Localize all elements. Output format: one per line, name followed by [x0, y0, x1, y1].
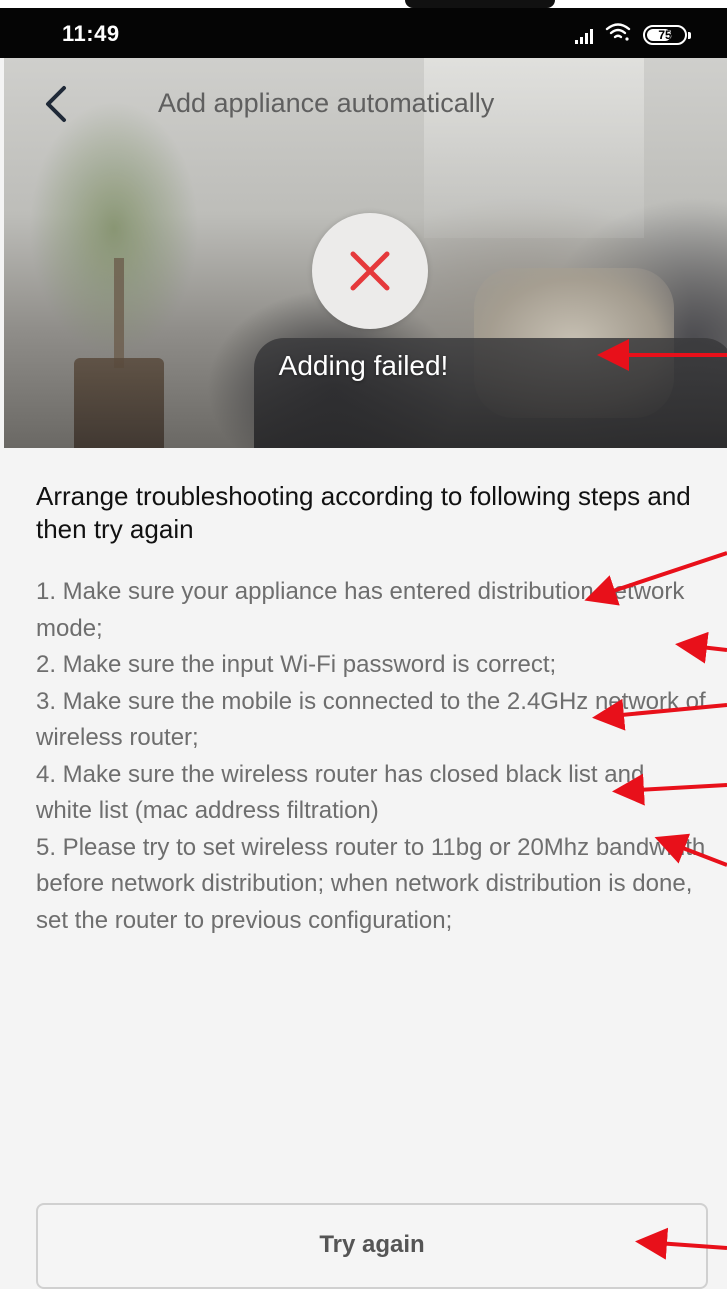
troubleshooting-heading: Arrange troubleshooting according to fol… [36, 481, 691, 544]
list-item: 2. Make sure the input Wi-Fi password is… [36, 651, 557, 678]
try-again-button[interactable]: Try again [36, 1203, 708, 1289]
list-item: 4. Make sure the wireless router has clo… [36, 760, 645, 825]
close-icon [350, 251, 390, 291]
signal-icon [575, 26, 593, 44]
chevron-left-icon [46, 86, 66, 122]
troubleshooting-steps: 1. Make sure your appliance has entered … [36, 574, 706, 939]
back-button[interactable] [36, 82, 76, 126]
list-item: 3. Make sure the mobile is connected to … [36, 687, 706, 752]
list-item: 1. Make sure your appliance has entered … [36, 578, 685, 642]
list-item: 5. Please try to set wireless router to … [36, 833, 706, 934]
status-time: 11:49 [62, 21, 120, 46]
background-window [424, 58, 644, 238]
wifi-icon [605, 22, 631, 47]
fail-message: Adding failed! [278, 350, 449, 381]
battery-tip [688, 31, 691, 39]
battery-percent: 75 [658, 27, 672, 42]
fail-status-icon [312, 213, 428, 329]
page-title: Add appliance automatically [158, 88, 495, 118]
image-edge [405, 0, 555, 8]
battery-icon: 75 [643, 24, 691, 45]
top-crop [0, 0, 727, 8]
status-icons: 75 [575, 22, 691, 47]
status-bar: 11:49 75 [0, 8, 727, 58]
